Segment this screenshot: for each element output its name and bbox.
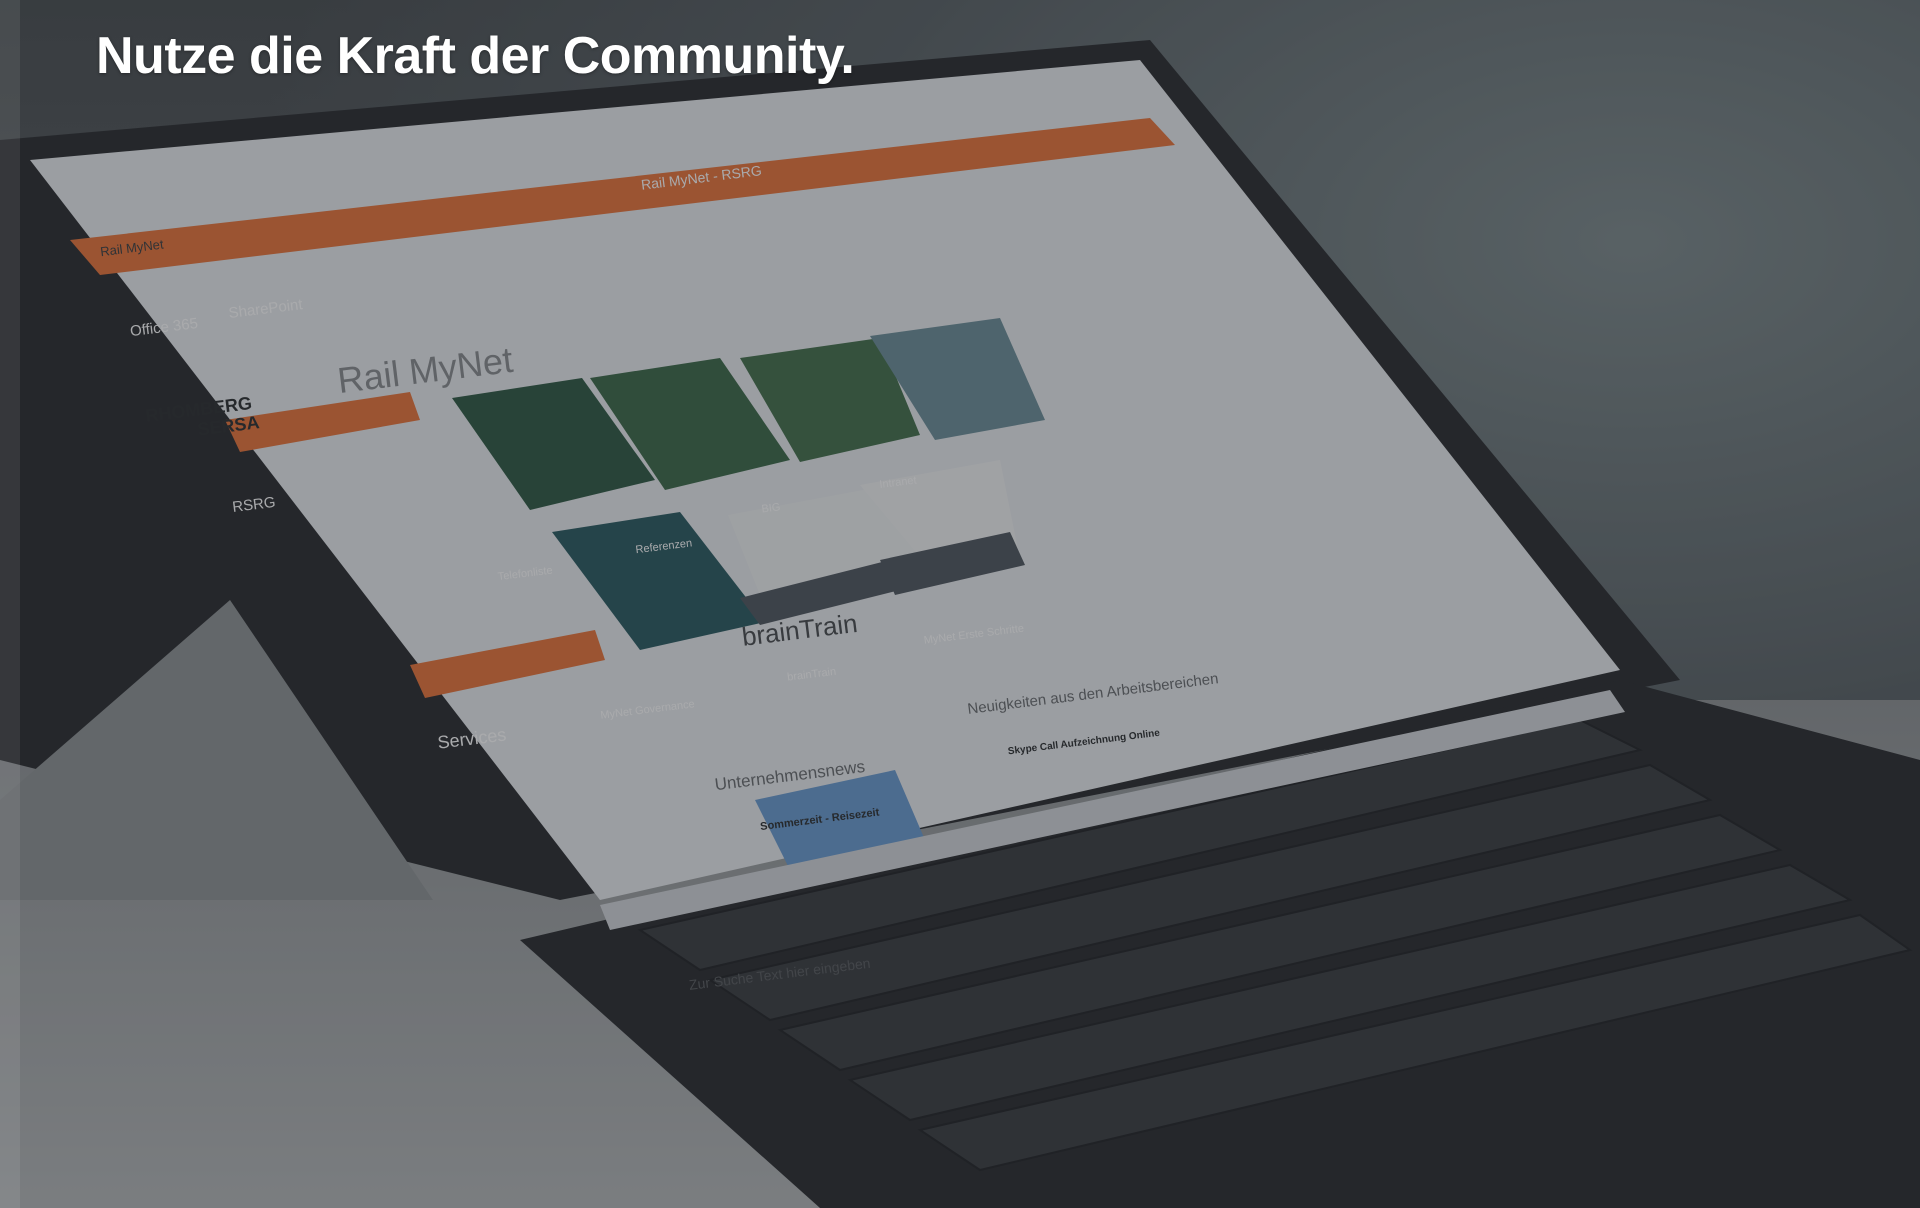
hero-headline: Nutze die Kraft der Community. xyxy=(96,27,855,85)
sidebar-rsrg-label[interactable]: RSRG xyxy=(231,494,276,516)
photo-background: Rail MyNet Rail MyNet - RSRG Office 365 … xyxy=(0,0,1920,1208)
left-edge-strip xyxy=(0,0,20,1208)
tablet-screen: Rail MyNet Rail MyNet - RSRG Office 365 … xyxy=(30,60,1625,993)
tile-label-big[interactable]: BIG xyxy=(761,501,781,515)
taskbar-search-input[interactable]: Zur Suche Text hier eingeben xyxy=(688,955,871,993)
